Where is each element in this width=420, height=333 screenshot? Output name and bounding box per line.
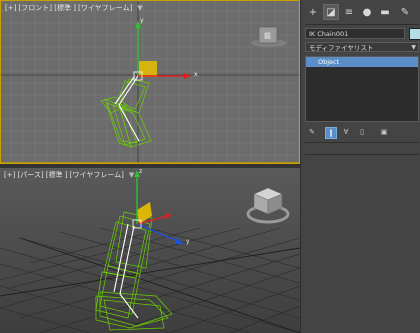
utilities-tab-icon[interactable]: ✎ bbox=[397, 4, 413, 20]
viewcube-perspective[interactable] bbox=[246, 184, 290, 226]
panel-divider bbox=[305, 154, 419, 155]
y-axis-label: y bbox=[140, 17, 144, 24]
perspective-viewport-label[interactable]: [+] [パース] [標準 ] [ワイヤフレーム] ▼ bbox=[4, 170, 134, 180]
object-name-field[interactable]: IK Chain001 bbox=[305, 28, 405, 39]
front-viewport-label[interactable]: [+] [フロント] [標準 ] [ワイヤフレーム] ▼ bbox=[5, 3, 143, 13]
x-axis-label: x bbox=[194, 71, 198, 78]
command-panel: + ◪ ≡ ● ▬ ✎ IK Chain001 モディファイヤリスト ▼ Obj… bbox=[300, 0, 420, 333]
panel-divider bbox=[305, 142, 419, 143]
remove-modifier-icon[interactable]: ▯ bbox=[357, 127, 367, 137]
modifier-stack-item-object[interactable]: Object bbox=[306, 57, 418, 67]
viewport-menu-icon[interactable]: ▼ bbox=[137, 4, 142, 12]
modify-tab-icon[interactable]: ◪ bbox=[323, 4, 339, 20]
front-viewport[interactable]: y x 前 [+] [フロント] [標準 ] [ワイヤフレーム] ▼ bbox=[0, 0, 300, 164]
command-panel-tabs: + ◪ ≡ ● ▬ ✎ bbox=[303, 4, 417, 22]
chevron-down-icon: ▼ bbox=[411, 44, 416, 51]
motion-tab-icon[interactable]: ● bbox=[359, 4, 375, 20]
viewcube-front-face-label: 前 bbox=[264, 32, 271, 40]
front-viewport-label-text: [+] [フロント] [標準 ] [ワイヤフレーム] bbox=[5, 4, 133, 12]
pin-stack-icon[interactable]: ✎ bbox=[307, 127, 317, 137]
object-color-swatch[interactable] bbox=[409, 28, 420, 40]
display-tab-icon[interactable]: ▬ bbox=[377, 4, 393, 20]
perspective-viewport-label-text: [+] [パース] [標準 ] [ワイヤフレーム] bbox=[4, 171, 124, 179]
hierarchy-tab-icon[interactable]: ≡ bbox=[341, 4, 357, 20]
modifier-stack[interactable]: Object bbox=[305, 56, 419, 122]
make-unique-icon[interactable]: ∀ bbox=[341, 127, 351, 137]
viewport-menu-icon[interactable]: ▼ bbox=[129, 171, 134, 179]
perspective-viewport[interactable]: z y [+] [パース] [標準 ] [ワイヤフレーム] ▼ bbox=[0, 168, 300, 333]
configure-modifier-sets-icon[interactable]: ▣ bbox=[379, 127, 389, 137]
modifier-list-label: モディファイヤリスト bbox=[309, 44, 374, 52]
create-tab-icon[interactable]: + bbox=[305, 4, 321, 20]
y-axis-label-persp: y bbox=[186, 238, 190, 245]
panel-divider bbox=[305, 24, 419, 25]
z-axis-label: z bbox=[139, 168, 143, 175]
modifier-list-dropdown[interactable]: モディファイヤリスト ▼ bbox=[305, 42, 419, 52]
show-end-result-icon[interactable]: ‖ bbox=[325, 127, 337, 139]
